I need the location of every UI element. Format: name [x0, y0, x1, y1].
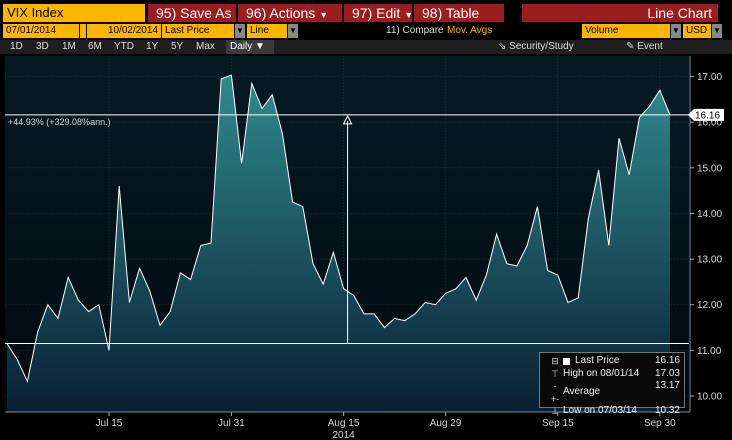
y-tick-label: 14.00: [697, 209, 722, 220]
view-title: Line Chart: [522, 4, 718, 22]
save-as-label: 95) Save As: [156, 5, 232, 21]
legend-label: Last Price: [575, 355, 620, 366]
date-separator: [80, 24, 86, 38]
actions-button[interactable]: 96) Actions ▼: [238, 4, 342, 22]
period-1m[interactable]: 1M: [62, 40, 76, 54]
table-label: 98) Table: [422, 5, 480, 21]
x-tick-label: Jul 15: [96, 418, 123, 429]
period-1d[interactable]: 1D: [10, 40, 23, 54]
end-date-field[interactable]: 10/02/2014: [87, 24, 161, 38]
save-as-button[interactable]: 95) Save As: [148, 4, 236, 22]
y-tick-label: 15.00: [697, 163, 722, 174]
x-tick-label: Sep 30: [644, 418, 676, 429]
top-toolbar: VIX Index 95) Save As 96) Actions ▼ 97) E…: [0, 2, 732, 22]
security-study-button[interactable]: ⇘ Security/Study: [498, 40, 574, 54]
chevron-down-icon[interactable]: ▼: [288, 24, 298, 38]
high-marker-icon: ⊤: [551, 368, 559, 379]
x-tick-label: Aug 15: [328, 418, 360, 429]
currency-field[interactable]: USD: [683, 24, 711, 38]
period-max[interactable]: Max: [196, 40, 215, 54]
mov-avgs-field[interactable]: Mov. Avgs: [447, 24, 492, 38]
average-marker-icon: -+-: [550, 381, 560, 404]
y-tick-label: 12.00: [697, 300, 722, 311]
period-toolbar: 1D 3D 1M 6M YTD 1Y 5Y Max Daily ▼ ⇘ Secu…: [0, 40, 732, 54]
ticker-field[interactable]: VIX Index: [3, 4, 145, 22]
actions-label: 96) Actions: [246, 5, 316, 21]
legend-row-low: ⊥ Low on 07/03/14 10.32: [550, 405, 680, 418]
chevron-down-icon[interactable]: ▼: [712, 24, 722, 38]
period-6m[interactable]: 6M: [88, 40, 102, 54]
y-tick-label: 10.00: [697, 392, 722, 403]
event-icon: ✎: [626, 41, 635, 52]
series-swatch: [563, 357, 570, 365]
period-daily-select[interactable]: Daily ▼: [226, 40, 274, 54]
period-1y[interactable]: 1Y: [146, 40, 158, 54]
chevron-down-icon: ▼: [404, 10, 414, 20]
legend-value: 17.03: [654, 367, 680, 379]
chart-tool-icon: ⇘: [498, 41, 507, 52]
legend-value: 16.16: [654, 355, 680, 366]
legend-row-last-price: ⊟ Last Price 16.16: [550, 355, 680, 368]
chevron-down-icon[interactable]: ▼: [671, 24, 681, 38]
legend-label: Low on 07/03/14: [563, 405, 637, 416]
compare-button[interactable]: 11) Compare: [386, 24, 444, 38]
event-label: Event: [637, 41, 663, 52]
y-tick-label: 17.00: [697, 72, 722, 83]
price-field-select[interactable]: Last Price: [162, 24, 234, 38]
change-annotation: +44.93% (+329.08%ann.): [8, 117, 111, 127]
chart-legend[interactable]: ⊟ Last Price 16.16 ⊤ High on 08/01/14 17.0…: [539, 352, 685, 416]
low-marker-icon: ⊥: [551, 406, 559, 416]
legend-value: 13.17: [654, 380, 680, 391]
legend-value: 10.32: [654, 405, 680, 416]
x-tick-label: Aug 29: [430, 418, 462, 429]
settings-toolbar: 07/01/2014 10/02/2014 Last Price ▼ Line …: [0, 24, 732, 38]
event-button[interactable]: ✎ Event: [626, 40, 663, 54]
legend-label: High on 08/01/14: [563, 367, 640, 379]
volume-field[interactable]: Volume: [582, 24, 670, 38]
chevron-down-icon: ▼: [255, 41, 265, 52]
start-date-field[interactable]: 07/01/2014: [3, 24, 79, 38]
legend-label: Average: [563, 386, 601, 398]
y-tick-label: 11.00: [697, 346, 722, 357]
legend-row-high: ⊤ High on 08/01/14 17.03: [550, 368, 680, 381]
x-tick-label: Jul 31: [218, 418, 245, 429]
period-daily-label: Daily: [230, 41, 253, 52]
x-year-label: 2014: [332, 430, 355, 440]
x-tick-label: Sep 15: [542, 418, 574, 429]
table-button[interactable]: 98) Table: [414, 4, 504, 22]
collapse-icon[interactable]: ⊟: [550, 355, 560, 368]
period-ytd[interactable]: YTD: [114, 40, 134, 54]
period-5y[interactable]: 5Y: [171, 40, 183, 54]
current-value-label: 16.16: [695, 110, 720, 121]
chevron-down-icon: ▼: [319, 10, 329, 20]
legend-row-average: -+- Average 13.17: [550, 380, 680, 405]
edit-label: 97) Edit: [352, 5, 401, 21]
action-tabs: 95) Save As 96) Actions ▼ 97) Edit ▼ 98) T…: [148, 4, 504, 22]
chart-style-select[interactable]: Line: [247, 24, 287, 38]
edit-button[interactable]: 97) Edit ▼: [344, 4, 414, 22]
current-value-tag: 16.16: [688, 108, 724, 121]
chevron-down-icon[interactable]: ▼: [235, 24, 245, 38]
period-3d[interactable]: 3D: [36, 40, 49, 54]
security-study-label: Security/Study: [509, 41, 574, 52]
y-tick-label: 13.00: [697, 255, 722, 266]
